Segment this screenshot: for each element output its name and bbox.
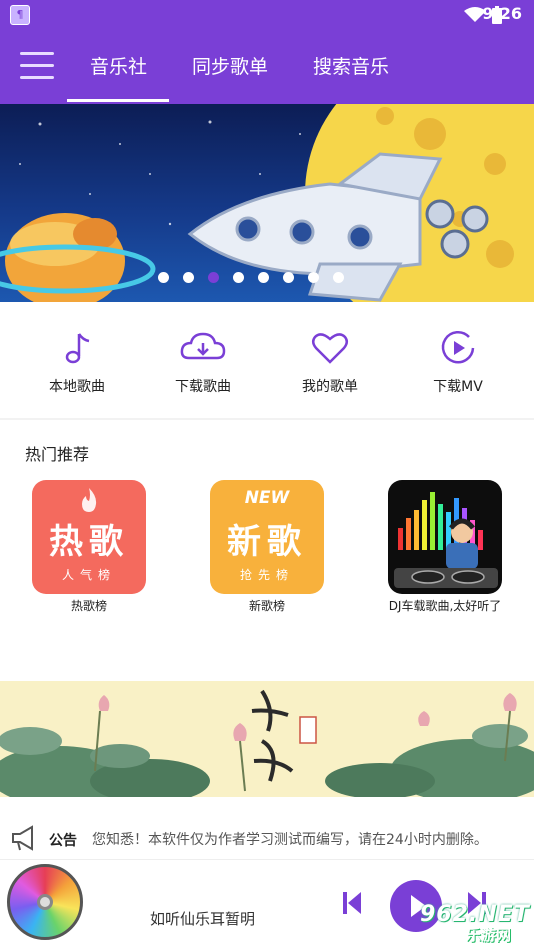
quick-download-mv[interactable]: 下载MV	[403, 330, 513, 396]
hot-chart-cover: 热歌 人气榜	[32, 480, 146, 594]
app-screen: ¶ 9:26 音乐社 同步歌单 搜索音乐 本地歌曲 下载歌曲 我的歌单 下载MV…	[0, 0, 534, 949]
carousel-dot[interactable]	[158, 272, 169, 283]
carousel-dot[interactable]	[258, 272, 269, 283]
carousel-dot[interactable]	[183, 272, 194, 283]
status-bar: ¶ 9:26	[0, 0, 534, 30]
section-title-hot: 热门推荐	[25, 445, 90, 464]
section-divider	[0, 418, 534, 420]
rec-dj-songs[interactable]: DJ车载歌曲,太好听了	[375, 480, 515, 614]
announcement-bar[interactable]: 公告 您知悉！本软件仅为作者学习测试而编写，请在24小时内删除。	[0, 817, 534, 859]
watermark-line2: 乐游网	[466, 926, 512, 944]
tab-search-music[interactable]: 搜索音乐	[313, 52, 389, 79]
active-tab-indicator	[67, 99, 169, 102]
quick-actions: 本地歌曲 下载歌曲 我的歌单 下载MV	[0, 302, 534, 418]
announcement-text: 您知悉！本软件仅为作者学习测试而编写，请在24小时内删除。	[92, 832, 488, 848]
album-disc[interactable]	[7, 864, 83, 940]
quick-download-songs[interactable]: 下载歌曲	[148, 330, 258, 396]
new-chart-caption: 新歌榜	[248, 599, 285, 613]
ad-banner-lotus[interactable]	[0, 681, 534, 797]
rec-hot-chart[interactable]: 热歌 人气榜 热歌榜	[19, 480, 159, 614]
carousel-dot[interactable]	[208, 272, 219, 283]
new-chart-tile-title: 新歌	[227, 522, 307, 562]
mini-player: 如听仙乐耳暂明 962.NET 乐游网	[0, 859, 534, 949]
site-watermark: 962.NET 乐游网	[396, 902, 532, 946]
clock: 9:26	[482, 4, 522, 23]
hot-chart-tile-title: 热歌	[49, 522, 129, 562]
tab-sync-playlist[interactable]: 同步歌单	[192, 52, 268, 79]
quick-download-songs-label: 下载歌曲	[175, 379, 231, 395]
quick-my-playlist[interactable]: 我的歌单	[275, 330, 385, 396]
menu-icon[interactable]	[20, 52, 54, 82]
previous-track-icon[interactable]	[343, 892, 363, 914]
play-circle-icon	[441, 330, 475, 364]
quick-my-playlist-label: 我的歌单	[302, 379, 358, 395]
quick-download-mv-label: 下载MV	[433, 379, 483, 395]
quick-local-songs[interactable]: 本地歌曲	[22, 330, 132, 396]
dj-illustration	[394, 492, 498, 588]
app-notification-icon: ¶	[10, 5, 30, 25]
carousel-dot[interactable]	[308, 272, 319, 283]
megaphone-icon	[12, 825, 33, 851]
cloud-download-icon	[180, 332, 226, 360]
announcement-title: 公告	[49, 833, 77, 849]
carousel-dot[interactable]	[333, 272, 344, 283]
heart-icon	[312, 333, 348, 364]
tab-music-club[interactable]: 音乐社	[90, 52, 147, 79]
dj-cover	[388, 480, 502, 594]
quick-local-songs-label: 本地歌曲	[49, 379, 105, 395]
new-badge: NEW	[244, 488, 290, 508]
lotus-painting	[0, 689, 534, 797]
now-playing-title: 如听仙乐耳暂明	[150, 910, 256, 928]
carousel-dot[interactable]	[233, 272, 244, 283]
hot-chart-caption: 热歌榜	[70, 599, 107, 613]
banner-carousel[interactable]	[0, 104, 534, 302]
dj-songs-caption: DJ车载歌曲,太好听了	[388, 599, 502, 613]
rec-new-chart[interactable]: NEW 新歌 抢先榜 新歌榜	[197, 480, 337, 614]
hot-chart-tile-subtitle: 人气榜	[61, 568, 116, 582]
new-chart-tile-subtitle: 抢先榜	[239, 568, 294, 582]
top-app-bar: 音乐社 同步歌单 搜索音乐	[0, 30, 534, 104]
new-chart-cover: NEW 新歌 抢先榜	[210, 480, 324, 594]
carousel-dot[interactable]	[283, 272, 294, 283]
flame-icon	[82, 488, 97, 512]
music-note-icon	[65, 333, 90, 364]
